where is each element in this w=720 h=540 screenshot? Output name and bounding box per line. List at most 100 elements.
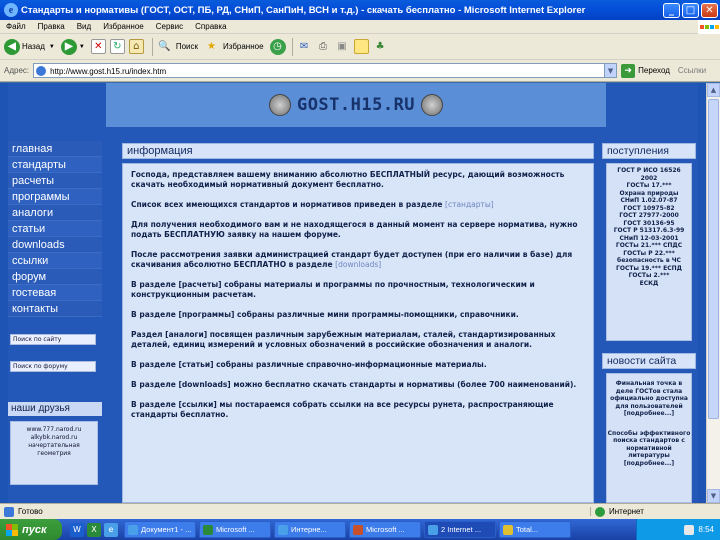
arrivals-box: ГОСТ Р ИСО 16526 2002 ГОСТы 17.*** Охран… [606,163,692,341]
links-button[interactable]: Ссылки [678,66,706,75]
go-arrow-icon: ➜ [621,63,636,78]
taskbar-task[interactable]: Microsoft ... [199,521,271,538]
friend-link[interactable]: alkybk.narod.ru [11,434,97,442]
messenger-icon[interactable]: ♣ [373,39,388,54]
ie-icon [128,524,138,535]
info-paragraph: В разделе [расчеты] собраны материалы и … [131,280,585,300]
friend-link[interactable]: www.777.narod.ru [11,426,97,434]
paragraph-text: В разделе [downloads] можно бесплатно ск… [131,380,577,389]
excel-icon [203,524,213,535]
search-site-link[interactable]: Поиск по сайту [10,334,96,345]
address-input[interactable]: http://www.gost.h15.ru/index.htm [33,63,606,78]
vertical-scrollbar[interactable]: ▲ ▼ [706,83,720,503]
close-button[interactable]: ✕ [701,2,718,18]
favorites-button[interactable]: ★ Избранное [204,39,264,54]
nav-item-programs[interactable]: программы [8,189,102,205]
arrival-item[interactable]: ЕСКД [607,280,691,288]
chevron-down-icon: ▼ [78,43,85,50]
taskbar-task-active[interactable]: 2 Internet ... [424,521,496,538]
stop-icon[interactable]: ✕ [90,39,106,54]
history-icon[interactable]: ◷ [269,38,286,55]
menu-help[interactable]: Справка [189,22,232,31]
search-button[interactable]: 🔍 Поиск [157,39,198,54]
taskbar-task[interactable]: Total... [499,521,571,538]
windows-logo-icon [698,19,720,34]
forward-button[interactable]: ▶ ▼ [60,38,85,55]
folder-icon[interactable] [353,39,369,54]
maximize-button[interactable]: □ [682,2,699,18]
arrival-item[interactable]: СНиП 1.02.07-87 [607,197,691,205]
news-item[interactable]: Способы эффективного поиска стандартов с… [607,430,691,468]
arrival-item[interactable]: 2002 [607,175,691,183]
address-dropdown-icon[interactable]: ▼ [604,63,618,78]
nav-item-links[interactable]: ссылки [8,253,102,269]
arrival-item[interactable]: ГОСТ Р ИСО 16526 [607,167,691,175]
word-icon[interactable]: W [70,522,84,537]
taskbar-task[interactable]: Документ1 - ... [124,521,196,538]
search-forum-link[interactable]: Поиск по форуму [10,361,96,372]
downloads-link[interactable]: [downloads] [335,260,381,269]
paragraph-text: В разделе [программы] собраны различные … [131,310,519,319]
arrival-item[interactable]: ГОСТы Р 22.*** [607,250,691,258]
ie-icon[interactable]: e [104,522,118,537]
star-icon: ★ [207,41,216,52]
nav-item-home[interactable]: главная [8,141,102,157]
menu-file[interactable]: Файл [0,22,32,31]
home-icon[interactable]: ⌂ [128,39,144,54]
nav-item-standards[interactable]: стандарты [8,157,102,173]
back-button[interactable]: ◀ Назад ▼ [4,38,55,55]
arrival-item[interactable]: ГОСТ 10975-82 [607,205,691,213]
start-button[interactable]: пуск [0,519,62,540]
taskbar-task[interactable]: Интерне... [274,521,346,538]
nav-item-calculations[interactable]: расчеты [8,173,102,189]
scroll-up-icon[interactable]: ▲ [707,83,720,97]
arrival-item[interactable]: ГОСТ Р 51317.6.3-99 [607,227,691,235]
nav-item-downloads[interactable]: downloads [8,237,102,253]
site-logo[interactable]: GOST.H15.RU [297,95,415,115]
arrival-item[interactable]: ГОСТы 21.*** СПДС [607,242,691,250]
arrival-item[interactable]: ГОСТ 30136-95 [607,220,691,228]
minimize-button[interactable]: _ [663,2,680,18]
mail-icon[interactable]: ✉ [297,39,312,54]
arrival-item[interactable]: безопасность в ЧС [607,257,691,265]
arrival-item[interactable]: Охрана природы [607,190,691,198]
back-label: Назад [22,42,45,51]
menu-tools[interactable]: Сервис [150,22,189,31]
main-content: Господа, представляем вашему вниманию аб… [122,163,594,503]
menu-edit[interactable]: Правка [32,22,71,31]
arrival-item[interactable]: ГОСТ 27977-2000 [607,212,691,220]
powerpoint-icon [353,524,363,535]
ie-icon [428,524,438,535]
back-arrow-icon: ◀ [4,38,20,55]
nav-item-articles[interactable]: статьи [8,221,102,237]
address-url: http://www.gost.h15.ru/index.htm [50,66,167,76]
arrival-item[interactable]: ГОСТы 2.*** [607,272,691,280]
print-icon[interactable]: ⎙ [316,39,331,54]
nav-item-analogs[interactable]: аналоги [8,205,102,221]
nav-item-contacts[interactable]: контакты [8,301,102,317]
friend-text: геометрия [37,450,71,457]
menu-favorites[interactable]: Избранное [97,22,150,31]
folder-icon [503,524,513,535]
emblem-icon [268,94,291,116]
arrival-item[interactable]: ГОСТы 19.*** ЕСПД [607,265,691,273]
refresh-icon[interactable]: ↻ [109,39,125,54]
news-item[interactable]: Финальная точка в деле ГОСТов стала офиц… [607,380,691,418]
go-button[interactable]: ➜ Переход [621,63,670,78]
tray-icon[interactable] [684,524,695,535]
arrival-item[interactable]: СНиП 12-03-2001 [607,235,691,243]
site-banner: GOST.H15.RU [106,83,606,127]
nav-item-guestbook[interactable]: гостевая [8,285,102,301]
paragraph-text: В разделе [статьи] собраны различные спр… [131,360,487,369]
taskbar-task[interactable]: Microsoft ... [349,521,421,538]
excel-icon[interactable]: X [87,522,101,537]
scroll-down-icon[interactable]: ▼ [707,489,720,503]
info-paragraph: Список всех имеющихся стандартов и норма… [131,200,585,210]
menu-view[interactable]: Вид [71,22,97,31]
info-paragraph: В разделе [downloads] можно бесплатно ск… [131,380,585,390]
edit-icon[interactable]: ▣ [335,39,350,54]
arrival-item[interactable]: ГОСТы 17.*** [607,182,691,190]
standards-link[interactable]: [стандарты] [445,200,494,209]
scroll-thumb[interactable] [708,99,719,419]
nav-item-forum[interactable]: форум [8,269,102,285]
